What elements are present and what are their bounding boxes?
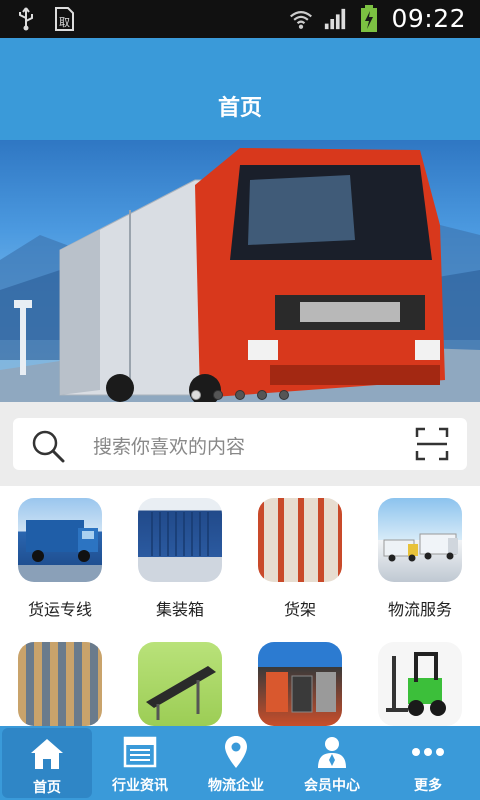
wifi-icon xyxy=(289,6,313,32)
banner-carousel[interactable] xyxy=(0,140,480,402)
logistics-trucks-thumbnail xyxy=(378,498,462,582)
category-grid: 货运专线 集装箱 货架 物流服务 xyxy=(0,486,480,726)
page-title: 首页 xyxy=(217,96,262,121)
shelf-thumbnail xyxy=(258,498,342,582)
nav-home[interactable]: 首页 xyxy=(2,728,92,798)
carousel-dot[interactable] xyxy=(257,390,267,400)
nav-label: 首页 xyxy=(33,780,61,796)
category-label: 货架 xyxy=(283,600,316,619)
category-conveyor[interactable] xyxy=(120,642,240,726)
warehouse-thumbnail xyxy=(18,642,102,726)
status-time: 09:22 xyxy=(391,4,466,33)
conveyor-thumbnail xyxy=(138,642,222,726)
more-icon xyxy=(410,734,446,770)
signal-icon xyxy=(323,6,347,32)
member-icon xyxy=(314,734,350,770)
svg-text:取: 取 xyxy=(59,16,70,29)
forklift-thumbnail xyxy=(378,642,462,726)
header: 首页 xyxy=(0,38,480,140)
category-freight-line[interactable]: 货运专线 xyxy=(0,498,120,620)
carousel-dot[interactable] xyxy=(279,390,289,400)
home-icon xyxy=(29,736,65,772)
category-shelf[interactable]: 货架 xyxy=(240,498,360,620)
category-container[interactable]: 集装箱 xyxy=(120,498,240,620)
nav-label: 更多 xyxy=(414,778,442,794)
nav-more[interactable]: 更多 xyxy=(380,726,476,800)
carousel-dot[interactable] xyxy=(191,390,201,400)
scan-icon[interactable] xyxy=(415,427,449,461)
search-input[interactable]: 搜索你喜欢的内容 xyxy=(93,432,245,459)
category-label: 货运专线 xyxy=(27,600,92,619)
nav-logistics-companies[interactable]: 物流企业 xyxy=(188,726,284,800)
banner-image xyxy=(0,148,480,402)
search-bar[interactable]: 搜索你喜欢的内容 xyxy=(13,418,467,470)
category-label: 集装箱 xyxy=(155,600,204,619)
nav-label: 物流企业 xyxy=(208,778,264,794)
category-logistics-service[interactable]: 物流服务 xyxy=(360,498,480,620)
nav-label: 行业资讯 xyxy=(112,778,168,794)
sim-icon: 取 xyxy=(52,6,76,32)
category-forklift[interactable] xyxy=(360,642,480,726)
bottom-navigation: 首页 行业资讯 物流企业 会员中心 更多 xyxy=(0,726,480,800)
freight-truck-thumbnail xyxy=(18,498,102,582)
category-forklift-parts[interactable] xyxy=(240,642,360,726)
nav-member-center[interactable]: 会员中心 xyxy=(284,726,380,800)
news-icon xyxy=(122,734,158,770)
location-pin-icon xyxy=(218,734,254,770)
usb-icon xyxy=(14,6,38,32)
nav-label: 会员中心 xyxy=(304,778,360,794)
search-section: 搜索你喜欢的内容 xyxy=(0,402,480,486)
nav-industry-news[interactable]: 行业资讯 xyxy=(92,726,188,800)
battery-charging-icon xyxy=(357,4,381,32)
carousel-indicators xyxy=(0,390,480,400)
search-icon[interactable] xyxy=(31,429,65,463)
category-warehouse[interactable] xyxy=(0,642,120,726)
carousel-dot[interactable] xyxy=(235,390,245,400)
category-label: 物流服务 xyxy=(387,600,452,619)
forklift-parts-thumbnail xyxy=(258,642,342,726)
container-thumbnail xyxy=(138,498,222,582)
carousel-dot[interactable] xyxy=(213,390,223,400)
status-bar: 取 09:22 xyxy=(0,0,480,38)
